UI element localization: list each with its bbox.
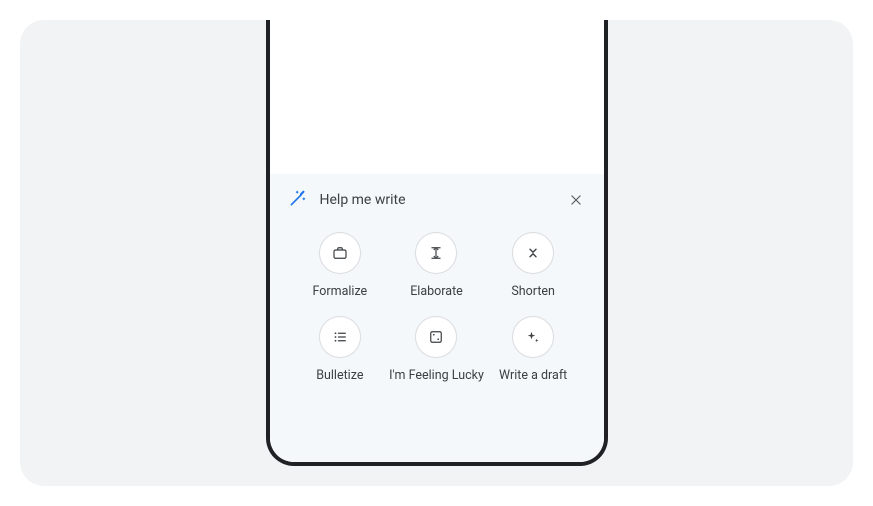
option-label: I'm Feeling Lucky — [389, 368, 484, 384]
document-content-area — [270, 20, 604, 174]
panel-title: Help me write — [320, 192, 406, 208]
expand-icon — [415, 232, 457, 274]
collapse-icon — [512, 232, 554, 274]
option-label: Elaborate — [410, 284, 463, 300]
briefcase-icon — [319, 232, 361, 274]
option-label: Write a draft — [499, 368, 567, 384]
option-label: Shorten — [511, 284, 555, 300]
option-label: Bulletize — [316, 368, 363, 384]
option-label: Formalize — [312, 284, 367, 300]
option-formalize[interactable]: Formalize — [292, 232, 389, 300]
phone-frame: Help me write Formalize — [266, 20, 608, 466]
bullet-list-icon — [319, 316, 361, 358]
option-shorten[interactable]: Shorten — [485, 232, 582, 300]
option-feeling-lucky[interactable]: I'm Feeling Lucky — [388, 316, 485, 384]
help-me-write-panel: Help me write Formalize — [270, 174, 604, 462]
options-grid: Formalize Elaborate — [288, 232, 586, 385]
close-button[interactable] — [566, 190, 586, 210]
sparkle-icon — [512, 316, 554, 358]
dice-icon — [415, 316, 457, 358]
panel-header: Help me write — [288, 188, 586, 212]
option-bulletize[interactable]: Bulletize — [292, 316, 389, 384]
option-elaborate[interactable]: Elaborate — [388, 232, 485, 300]
panel-header-left: Help me write — [288, 188, 406, 212]
outer-card: Help me write Formalize — [20, 20, 853, 486]
option-write-draft[interactable]: Write a draft — [485, 316, 582, 384]
magic-wand-icon — [288, 188, 308, 212]
